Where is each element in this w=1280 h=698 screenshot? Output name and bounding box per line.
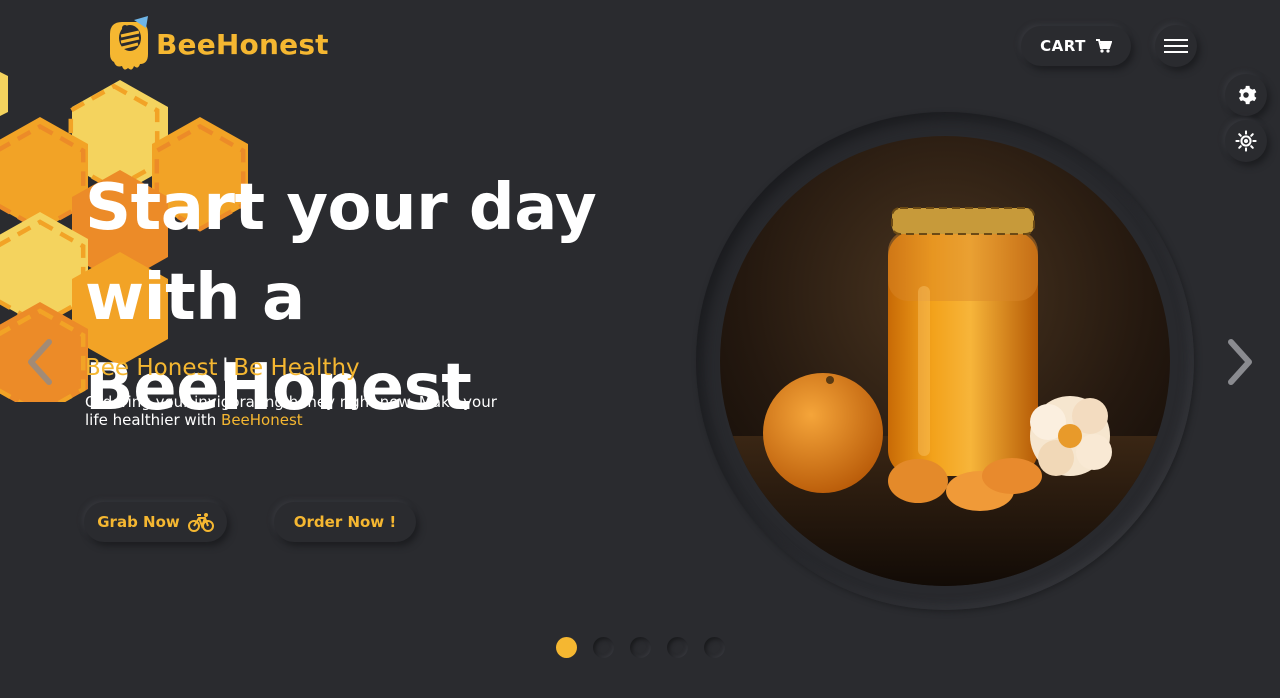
hamburger-menu-icon bbox=[1164, 39, 1188, 53]
hero-tagline: Bee Honest | Be Healthy bbox=[85, 355, 360, 381]
brand-logo[interactable]: BeeHonest bbox=[108, 16, 329, 72]
cart-button[interactable]: CART bbox=[1021, 26, 1131, 66]
chevron-left-icon[interactable] bbox=[25, 338, 55, 386]
bicycle-icon bbox=[187, 513, 214, 532]
sun-icon bbox=[1235, 130, 1257, 152]
carousel-dot-1[interactable] bbox=[556, 637, 577, 658]
description-brand: BeeHonest bbox=[221, 411, 303, 429]
bee-logo-icon bbox=[110, 16, 148, 70]
order-now-label: Order Now ! bbox=[293, 513, 397, 531]
order-now-button[interactable]: Order Now ! bbox=[274, 502, 416, 542]
tagline-separator: | bbox=[221, 355, 230, 381]
settings-button[interactable] bbox=[1225, 74, 1267, 116]
chevron-right-icon[interactable] bbox=[1225, 338, 1255, 386]
carousel-dot-3[interactable] bbox=[630, 637, 651, 658]
carousel-dot-4[interactable] bbox=[667, 637, 688, 658]
carousel-indicators bbox=[556, 637, 725, 658]
tagline-be-healthy: Be Healthy bbox=[233, 355, 360, 381]
carousel-dot-5[interactable] bbox=[704, 637, 725, 658]
hero-description: Ordering your invigorating honey right n… bbox=[85, 393, 505, 429]
cart-icon bbox=[1095, 39, 1112, 53]
honey-jar-photo bbox=[720, 136, 1170, 586]
gear-icon bbox=[1238, 85, 1257, 105]
grab-now-label: Grab Now bbox=[97, 513, 180, 531]
grab-now-button[interactable]: Grab Now bbox=[84, 502, 227, 542]
brand-name: BeeHonest bbox=[156, 27, 329, 61]
cart-label: CART bbox=[1040, 37, 1086, 55]
carousel-dot-2[interactable] bbox=[593, 637, 614, 658]
theme-toggle-button[interactable] bbox=[1225, 120, 1267, 162]
tagline-bee-honest: Bee Honest bbox=[85, 355, 218, 381]
headline-line-1: Start your day bbox=[85, 171, 597, 245]
menu-button[interactable] bbox=[1155, 25, 1197, 67]
